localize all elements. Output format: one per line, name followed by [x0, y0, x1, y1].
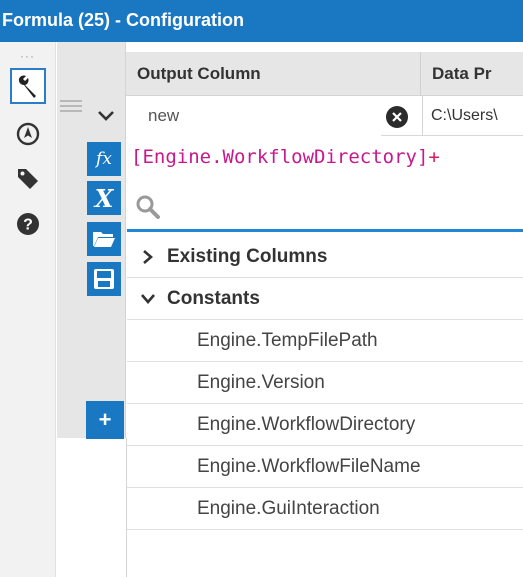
table-row: C:\Users\ — [86, 96, 523, 136]
data-preview-cell: C:\Users\ — [422, 96, 523, 136]
clear-icon[interactable] — [386, 106, 408, 128]
expression-operator: + — [428, 146, 440, 168]
variable-icon[interactable]: X — [87, 181, 121, 215]
header-data-preview[interactable]: Data Pr — [421, 52, 523, 96]
svg-text:?: ? — [23, 217, 33, 234]
list-item[interactable]: Engine.WorkflowDirectory — [127, 404, 523, 446]
chevron-right-icon[interactable] — [137, 246, 159, 268]
drag-handle-icon[interactable] — [60, 100, 82, 116]
folder-open-icon[interactable] — [87, 222, 121, 256]
search-bar — [127, 186, 523, 232]
list-item[interactable]: Engine.TempFilePath — [127, 320, 523, 362]
tree-group-label: Existing Columns — [167, 245, 328, 267]
add-field-button[interactable]: + — [86, 401, 124, 439]
chevron-down-icon[interactable] — [137, 288, 159, 310]
chevron-down-icon[interactable] — [86, 96, 126, 136]
tag-icon[interactable] — [10, 160, 46, 196]
save-icon[interactable] — [87, 262, 121, 296]
expression-editor[interactable]: [Engine.WorkflowDirectory]+ — [131, 146, 440, 168]
divider — [126, 438, 127, 577]
help-icon[interactable]: ? — [10, 206, 46, 242]
wrench-icon[interactable] — [10, 68, 46, 104]
compass-icon[interactable] — [10, 116, 46, 152]
expression-text: [Engine.WorkflowDirectory] — [131, 146, 429, 168]
tree-group-constants[interactable]: Constants — [127, 278, 523, 320]
list-item[interactable]: Engine.GuiInteraction — [127, 488, 523, 530]
search-input[interactable] — [167, 192, 507, 224]
search-icon — [135, 194, 161, 225]
table-header: Output Column Data Pr — [126, 52, 523, 96]
fx-icon[interactable]: fx — [87, 142, 121, 176]
list-item[interactable]: Engine.Version — [127, 362, 523, 404]
window-title: Formula (25) - Configuration — [0, 0, 523, 42]
tree-group-label: Constants — [167, 287, 260, 309]
output-column-input[interactable] — [126, 96, 381, 136]
list-item[interactable]: Engine.WorkflowFileName — [127, 446, 523, 488]
rail-grip-icon[interactable]: ··· — [20, 50, 35, 62]
tree-group-existing-columns[interactable]: Existing Columns — [127, 236, 523, 278]
left-rail: ··· ? — [0, 42, 56, 577]
header-output-column[interactable]: Output Column — [126, 52, 420, 96]
function-tree: Existing Columns Constants Engine.TempFi… — [127, 236, 523, 530]
